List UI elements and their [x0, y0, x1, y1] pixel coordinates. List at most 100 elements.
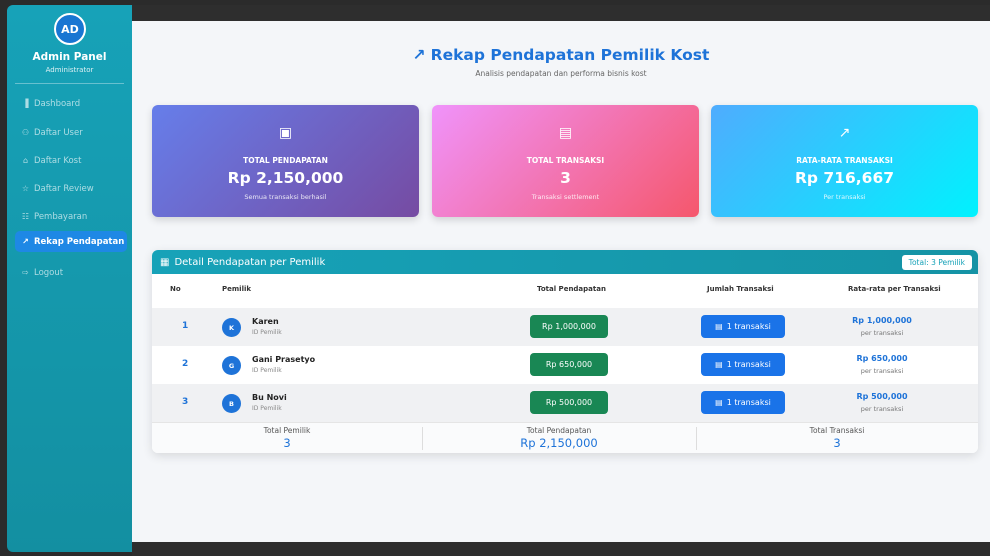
- stat-note: Transaksi settlement: [531, 193, 600, 201]
- owner-name: Gani Prasetyo: [252, 355, 316, 364]
- receipt-icon: ▤: [715, 398, 723, 407]
- table-row: 1 K Karen ID Pemilik Rp 1,000,000 ▤ 1 tra…: [152, 308, 978, 346]
- owner-id-label: ID Pemilik: [252, 329, 282, 336]
- column-header-jumlah-transaksi: Jumlah Transaksi: [707, 285, 774, 293]
- average-value: Rp 650,000: [856, 354, 908, 363]
- sidebar-item-label: Pembayaran: [34, 211, 88, 222]
- total-income-badge: Rp 500,000: [530, 391, 608, 414]
- row-number: 1: [182, 321, 189, 331]
- bar-chart-icon: ▐: [22, 99, 29, 108]
- transactions-label: 1 transaksi: [726, 398, 771, 407]
- receipt-icon: ▤: [558, 125, 573, 141]
- detail-table-card: ▦ Detail Pendapatan per Pemilik Total: 3…: [152, 250, 978, 453]
- stat-label: RATA-RATA TRANSAKSI: [796, 156, 893, 165]
- graph-icon: ↗: [838, 125, 851, 141]
- logout-icon: ⇨: [22, 268, 29, 277]
- stat-card-total-pendapatan: ▣ TOTAL PENDAPATAN Rp 2,150,000 Semua tr…: [152, 105, 419, 217]
- owner-name: Karen: [252, 317, 279, 326]
- avatar: AD: [54, 13, 86, 45]
- sidebar-item-label: Logout: [34, 267, 64, 278]
- brand-subtitle: Administrator: [45, 66, 94, 74]
- receipt-icon: ▤: [715, 322, 723, 331]
- table-row: 3 B Bu Novi ID Pemilik Rp 500,000 ▤ 1 tra…: [152, 384, 978, 422]
- column-header-total-pendapatan: Total Pendapatan: [537, 285, 606, 293]
- transactions-button[interactable]: ▤ 1 transaksi: [701, 353, 785, 376]
- summary-label: Total Pemilik: [263, 426, 311, 435]
- users-icon: ⚇: [21, 128, 30, 137]
- summary-total-transactions: Total Transaksi 3: [696, 423, 978, 453]
- stat-label: TOTAL PENDAPATAN: [243, 156, 328, 165]
- stat-card-rata-rata: ↗ RATA-RATA TRANSAKSI Rp 716,667 Per tra…: [711, 105, 978, 217]
- sidebar-item-label: Daftar Review: [34, 183, 94, 194]
- owner-avatar: G: [222, 356, 241, 375]
- cash-icon: ▣: [278, 125, 293, 141]
- column-header-rata-rata: Rata-rata per Transaksi: [848, 285, 941, 293]
- receipt-icon: ▤: [715, 360, 723, 369]
- row-number: 3: [182, 397, 189, 407]
- stat-note: Per transaksi: [823, 193, 866, 201]
- average-value: Rp 1,000,000: [852, 316, 912, 325]
- sidebar: AD Admin Panel Administrator ▐ Dashboard…: [7, 5, 132, 552]
- summary-label: Total Pendapatan: [526, 426, 592, 435]
- receipt-icon: ☷: [21, 212, 30, 221]
- summary-label: Total Transaksi: [809, 426, 865, 435]
- average-note: per transaksi: [860, 329, 904, 337]
- sidebar-item-dashboard[interactable]: ▐ Dashboard: [15, 93, 127, 114]
- table-summary: Total Pemilik 3 Total Pendapatan Rp 2,15…: [152, 422, 978, 453]
- summary-value: 3: [833, 436, 841, 450]
- brand-title: Admin Panel: [32, 51, 107, 63]
- sidebar-item-logout[interactable]: ⇨ Logout: [15, 262, 127, 283]
- average-note: per transaksi: [860, 405, 904, 413]
- stat-value: Rp 716,667: [794, 169, 895, 187]
- owner-id-label: ID Pemilik: [252, 405, 282, 412]
- total-owners-badge: Total: 3 Pemilik: [901, 255, 972, 270]
- sidebar-divider: [15, 83, 124, 84]
- summary-value: 3: [283, 436, 291, 450]
- top-bar: [132, 5, 990, 21]
- owner-name: Bu Novi: [252, 393, 287, 402]
- summary-total-income: Total Pendapatan Rp 2,150,000: [422, 423, 696, 453]
- stat-value: Rp 2,150,000: [227, 169, 344, 187]
- transactions-button[interactable]: ▤ 1 transaksi: [701, 391, 785, 414]
- column-header-no: No: [170, 285, 181, 293]
- owner-avatar: B: [222, 394, 241, 413]
- stat-value: 3: [560, 169, 571, 187]
- sidebar-item-label: Dashboard: [34, 98, 81, 109]
- stat-card-total-transaksi: ▤ TOTAL TRANSAKSI 3 Transaksi settlement: [432, 105, 699, 217]
- line-chart-icon: ↗: [412, 46, 426, 64]
- table-icon: ▦: [160, 256, 170, 268]
- star-icon: ☆: [21, 184, 30, 193]
- column-header-pemilik: Pemilik: [222, 285, 252, 293]
- home-icon: ⌂: [22, 156, 29, 165]
- table-header: ▦ Detail Pendapatan per Pemilik Total: 3…: [152, 250, 978, 274]
- sidebar-item-label: Daftar User: [34, 127, 83, 138]
- summary-value: Rp 2,150,000: [520, 436, 598, 450]
- average-value: Rp 500,000: [856, 392, 908, 401]
- owner-avatar: K: [222, 318, 241, 337]
- sidebar-item-rekap-pendapatan[interactable]: ↗ Rekap Pendapatan: [15, 231, 127, 252]
- transactions-label: 1 transaksi: [726, 360, 771, 369]
- bottom-bar: [132, 542, 990, 556]
- main-content: ↗ Rekap Pendapatan Pemilik Kost Analisis …: [132, 5, 990, 542]
- sidebar-item-label: Rekap Pendapatan: [34, 236, 125, 247]
- sidebar-item-daftar-user[interactable]: ⚇ Daftar User: [15, 122, 127, 143]
- average-note: per transaksi: [860, 367, 904, 375]
- page-title-text: Rekap Pendapatan Pemilik Kost: [430, 46, 710, 64]
- total-income-badge: Rp 650,000: [530, 353, 608, 376]
- transactions-button[interactable]: ▤ 1 transaksi: [701, 315, 785, 338]
- line-chart-icon: ↗: [22, 237, 29, 246]
- stat-label: TOTAL TRANSAKSI: [526, 156, 605, 165]
- sidebar-item-daftar-kost[interactable]: ⌂ Daftar Kost: [15, 150, 127, 171]
- table-row: 2 G Gani Prasetyo ID Pemilik Rp 650,000 …: [152, 346, 978, 384]
- page-subtitle: Analisis pendapatan dan performa bisnis …: [475, 69, 647, 78]
- total-income-badge: Rp 1,000,000: [530, 315, 608, 338]
- table-title: Detail Pendapatan per Pemilik: [174, 256, 326, 268]
- row-number: 2: [182, 359, 189, 369]
- page-title: ↗ Rekap Pendapatan Pemilik Kost: [132, 46, 990, 64]
- transactions-label: 1 transaksi: [726, 322, 771, 331]
- sidebar-item-pembayaran[interactable]: ☷ Pembayaran: [15, 206, 127, 227]
- sidebar-item-label: Daftar Kost: [34, 155, 82, 166]
- summary-total-owners: Total Pemilik 3: [152, 423, 422, 453]
- sidebar-item-daftar-review[interactable]: ☆ Daftar Review: [15, 178, 127, 199]
- stat-note: Semua transaksi berhasil: [244, 193, 327, 201]
